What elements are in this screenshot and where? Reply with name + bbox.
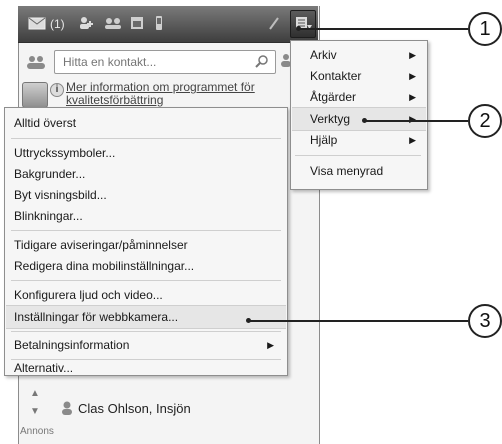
calendar-icon[interactable]: [130, 16, 144, 32]
menu-item-label: Kontakter: [310, 69, 362, 83]
menu-item-previous-alerts[interactable]: Tidigare aviseringar/påminnelser: [6, 234, 286, 256]
contacts-icon[interactable]: [26, 54, 46, 70]
callout-line-2: [364, 120, 468, 122]
contacts-add-icon[interactable]: [78, 16, 94, 32]
scroll-up-arrow-icon[interactable]: ▲: [30, 388, 40, 399]
pen-icon[interactable]: [268, 16, 280, 32]
submenu-arrow-icon: ▶: [409, 71, 416, 81]
callout-line-1: [298, 28, 468, 30]
scroll-down-arrow-icon[interactable]: ▼: [30, 406, 40, 417]
menu-item-label: Konfigurera ljud och video...: [14, 288, 163, 302]
menu-item-label: Hjälp: [310, 133, 338, 147]
menu-separator: [11, 359, 281, 360]
callout-dot-3: [246, 318, 251, 323]
mail-icon[interactable]: [28, 16, 46, 32]
menu-item-show-menu-bar[interactable]: Visa menyrad: [292, 160, 426, 182]
menu-item-options[interactable]: Alternativ...: [6, 362, 286, 374]
info-link-line2[interactable]: kvalitetsförbättring: [66, 94, 206, 107]
menu-item-contacts[interactable]: Kontakter ▶: [292, 65, 426, 87]
menu-separator: [11, 280, 281, 281]
menu-item-audio-video[interactable]: Konfigurera ljud och video...: [6, 284, 286, 306]
menu-item-label: Åtgärder: [310, 90, 357, 104]
submenu-arrow-icon: ▶: [409, 114, 416, 124]
tools-menu: Alltid överst Uttryckssymboler... Bakgru…: [4, 107, 288, 376]
mobile-icon[interactable]: [154, 16, 164, 32]
main-menu: Arkiv ▶ Kontakter ▶ Åtgärder ▶ Verktyg ▶ Hjä…: [290, 40, 428, 190]
menu-item-emoticons[interactable]: Uttryckssymboler...: [6, 142, 286, 164]
menu-item-change-picture[interactable]: Byt visningsbild...: [6, 184, 286, 206]
menu-item-label: Arkiv: [310, 48, 337, 62]
menu-item-backgrounds[interactable]: Bakgrunder...: [6, 163, 286, 185]
search-input[interactable]: [63, 51, 243, 73]
menu-item-label: Alternativ...: [14, 361, 74, 375]
menu-item-actions[interactable]: Åtgärder ▶: [292, 86, 426, 108]
callout-3: 3: [468, 304, 502, 338]
show-menu-button[interactable]: [290, 10, 316, 38]
menu-separator: [11, 138, 281, 139]
contact-name: Clas Ohlson, Insjön: [78, 401, 191, 416]
avatar[interactable]: [22, 82, 48, 108]
mail-count[interactable]: (1): [50, 16, 65, 32]
menu-item-label: Uttryckssymboler...: [14, 146, 116, 160]
menu-item-label: Visa menyrad: [310, 164, 384, 178]
menu-item-label: Tidigare aviseringar/påminnelser: [14, 238, 188, 252]
menu-separator: [11, 331, 281, 332]
menu-item-label: Betalningsinformation: [14, 338, 130, 352]
menu-item-file[interactable]: Arkiv ▶: [292, 44, 426, 66]
menu-separator: [11, 230, 281, 231]
submenu-arrow-icon: ▶: [409, 135, 416, 145]
group-icon[interactable]: [104, 16, 122, 32]
info-icon: i: [50, 83, 64, 97]
contact-person-icon: [60, 400, 74, 421]
submenu-arrow-icon: ▶: [409, 92, 416, 102]
callout-dot-2: [362, 118, 367, 123]
callout-dot-1: [296, 26, 301, 31]
menu-item-billing[interactable]: Betalningsinformation ▶: [6, 334, 286, 356]
menu-item-tools[interactable]: Verktyg ▶: [292, 107, 426, 131]
menu-separator: [295, 155, 421, 156]
search-box[interactable]: [54, 50, 276, 74]
menu-item-label: Redigera dina mobilinställningar...: [14, 259, 195, 273]
menu-item-mobile-settings[interactable]: Redigera dina mobilinställningar...: [6, 255, 286, 277]
menu-item-help[interactable]: Hjälp ▶: [292, 129, 426, 151]
menu-item-label: Verktyg: [310, 112, 351, 126]
callout-2: 2: [468, 104, 502, 138]
menu-item-label: Bakgrunder...: [14, 167, 86, 181]
menu-item-always-on-top[interactable]: Alltid överst: [6, 112, 286, 134]
menu-item-label: Inställningar för webbkamera...: [14, 310, 179, 324]
menu-item-label: Blinkningar...: [14, 209, 83, 223]
callout-1: 1: [468, 12, 502, 46]
search-icon[interactable]: [255, 55, 269, 74]
menu-item-label: Byt visningsbild...: [14, 188, 107, 202]
menu-item-label: Alltid överst: [14, 116, 77, 130]
ads-label: Annons: [20, 426, 54, 437]
menu-item-winks[interactable]: Blinkningar...: [6, 205, 286, 227]
submenu-arrow-icon: ▶: [409, 50, 416, 60]
menu-item-webcam-settings[interactable]: Inställningar för webbkamera...: [6, 305, 286, 329]
callout-line-3: [248, 320, 468, 322]
submenu-arrow-icon: ▶: [267, 340, 274, 350]
toolbar: (1): [18, 6, 318, 43]
